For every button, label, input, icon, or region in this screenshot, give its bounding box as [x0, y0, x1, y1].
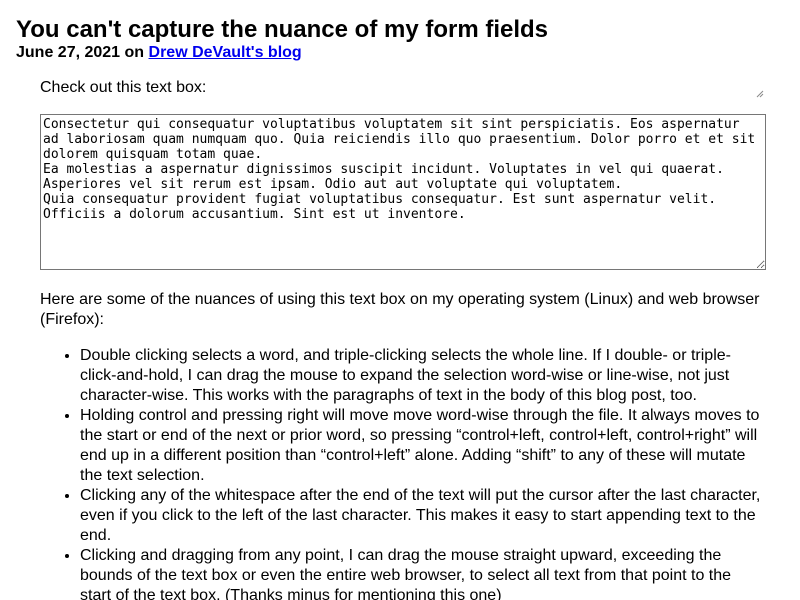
post-title: You can't capture the nuance of my form …	[16, 16, 549, 43]
blog-post-page: You can't capture the nuance of my form …	[0, 0, 800, 600]
post-header: You can't capture the nuance of my form …	[16, 14, 784, 61]
nuance-list-item: Clicking any of the whitespace after the…	[80, 486, 766, 546]
demo-text-box[interactable]: Consectetur qui consequatur voluptatibus…	[40, 114, 766, 270]
byline-joiner: on	[120, 44, 149, 61]
nuance-list-item: Holding control and pressing right will …	[80, 406, 766, 486]
nuance-list-item: Clicking and dragging from any point, I …	[80, 546, 766, 600]
post-content: Check out this text box: Consectetur qui…	[40, 76, 766, 600]
nuance-list-item: Double clicking selects a word, and trip…	[80, 346, 766, 406]
post-byline: June 27, 2021 on Drew DeVault's blog	[16, 44, 784, 61]
nuances-list: Double clicking selects a word, and trip…	[40, 346, 766, 600]
post-date: June 27, 2021	[16, 44, 121, 61]
textbox-intro: Check out this text box:	[40, 79, 207, 96]
blog-home-link[interactable]: Drew DeVault's blog	[149, 44, 302, 61]
nuances-intro: Here are some of the nuances of using th…	[40, 291, 760, 328]
